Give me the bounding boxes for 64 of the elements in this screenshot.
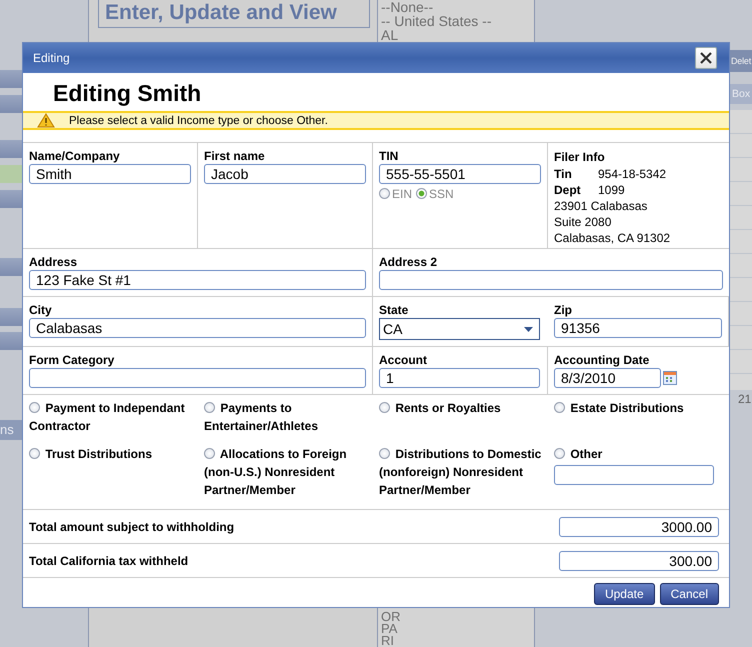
- input-field[interactable]: 8/3/2010: [554, 368, 661, 388]
- sidebar-tab[interactable]: [0, 258, 22, 276]
- calendar-icon[interactable]: [663, 371, 677, 385]
- input-field[interactable]: 1: [379, 368, 540, 388]
- info-text: Suite 2080: [554, 214, 612, 230]
- input-field[interactable]: 300.00: [559, 550, 719, 570]
- table-cell: 21: [738, 392, 752, 406]
- input-field[interactable]: 91356: [554, 318, 722, 338]
- field-label: TIN: [379, 149, 400, 163]
- info-text: Dept 1099: [554, 182, 626, 198]
- field-label: Total California tax withheld: [29, 554, 188, 568]
- dialog-heading: Editing Smith: [53, 79, 202, 107]
- sidebar-tab[interactable]: [0, 332, 22, 350]
- window-title: Editing: [33, 51, 70, 65]
- warning-message: Please select a valid Income type or choose Other.: [69, 114, 328, 126]
- close-icon: [700, 52, 712, 64]
- field-label: Filer Info: [554, 149, 606, 165]
- field-label: Address: [29, 255, 78, 269]
- radio-option[interactable]: Distributions to Domestic (nonforeign) Nonresident Partner/Member: [379, 445, 542, 499]
- sidebar-tab[interactable]: [0, 190, 22, 208]
- column-header: Box: [730, 84, 752, 104]
- field-label: Total amount subject to withholding: [29, 520, 234, 534]
- cancel-button[interactable]: Cancel: [660, 583, 719, 605]
- field-label: Zip: [554, 303, 573, 317]
- sidebar-tab[interactable]: [0, 70, 22, 88]
- radio-option[interactable]: Estate Distributions: [554, 399, 723, 417]
- radio-option[interactable]: EIN: [379, 187, 412, 201]
- field-label: City: [29, 303, 53, 317]
- field-label: State: [379, 303, 410, 317]
- input-field[interactable]: 3000.00: [559, 516, 719, 536]
- info-text: 23901 Calabasas: [554, 198, 648, 214]
- field-label: Account: [379, 353, 428, 367]
- radio-option[interactable]: Trust Distributions: [29, 445, 192, 463]
- sidebar-tab[interactable]: [0, 308, 22, 326]
- field-label: Accounting Date: [554, 353, 650, 367]
- radio-option[interactable]: Rents or Royalties: [379, 399, 542, 417]
- page-title: Enter, Update and View: [98, 0, 370, 28]
- field-label: First name: [204, 149, 266, 163]
- input-field[interactable]: [554, 465, 714, 485]
- input-field[interactable]: Calabasas: [29, 318, 366, 338]
- warning-icon: [37, 113, 55, 128]
- field-label: Form Category: [29, 353, 116, 367]
- caret-icon: [524, 326, 533, 332]
- input-field[interactable]: [29, 368, 366, 388]
- field-label: Address 2: [379, 255, 438, 269]
- update-button[interactable]: Update: [594, 583, 655, 605]
- input-field[interactable]: Jacob: [204, 164, 366, 184]
- sidebar-tab[interactable]: [0, 95, 22, 113]
- sidebar-tab[interactable]: [0, 165, 22, 183]
- sidebar-tab[interactable]: [0, 140, 22, 158]
- input-field[interactable]: 555-55-5501: [379, 164, 541, 184]
- radio-option[interactable]: Payments to Entertainer/Athletes: [204, 399, 367, 435]
- radio-option[interactable]: Allocations to Foreign (non-U.S.) Nonresident Partner/Member: [204, 445, 367, 499]
- input-field[interactable]: 123 Fake St #1: [29, 270, 366, 290]
- info-text: Tin 954-18-5342: [554, 166, 668, 182]
- radio-option[interactable]: Payment to Independant Contractor: [29, 399, 192, 435]
- close-button[interactable]: [695, 47, 717, 69]
- input-field[interactable]: [379, 270, 723, 290]
- radio-option[interactable]: Other: [554, 445, 723, 463]
- state-dropdown[interactable]: CA: [379, 318, 540, 340]
- info-text: Calabasas, CA 91302: [554, 230, 672, 246]
- radio-option[interactable]: SSN: [416, 187, 454, 201]
- input-field[interactable]: Smith: [29, 164, 191, 184]
- field-label: Name/Company: [29, 149, 121, 163]
